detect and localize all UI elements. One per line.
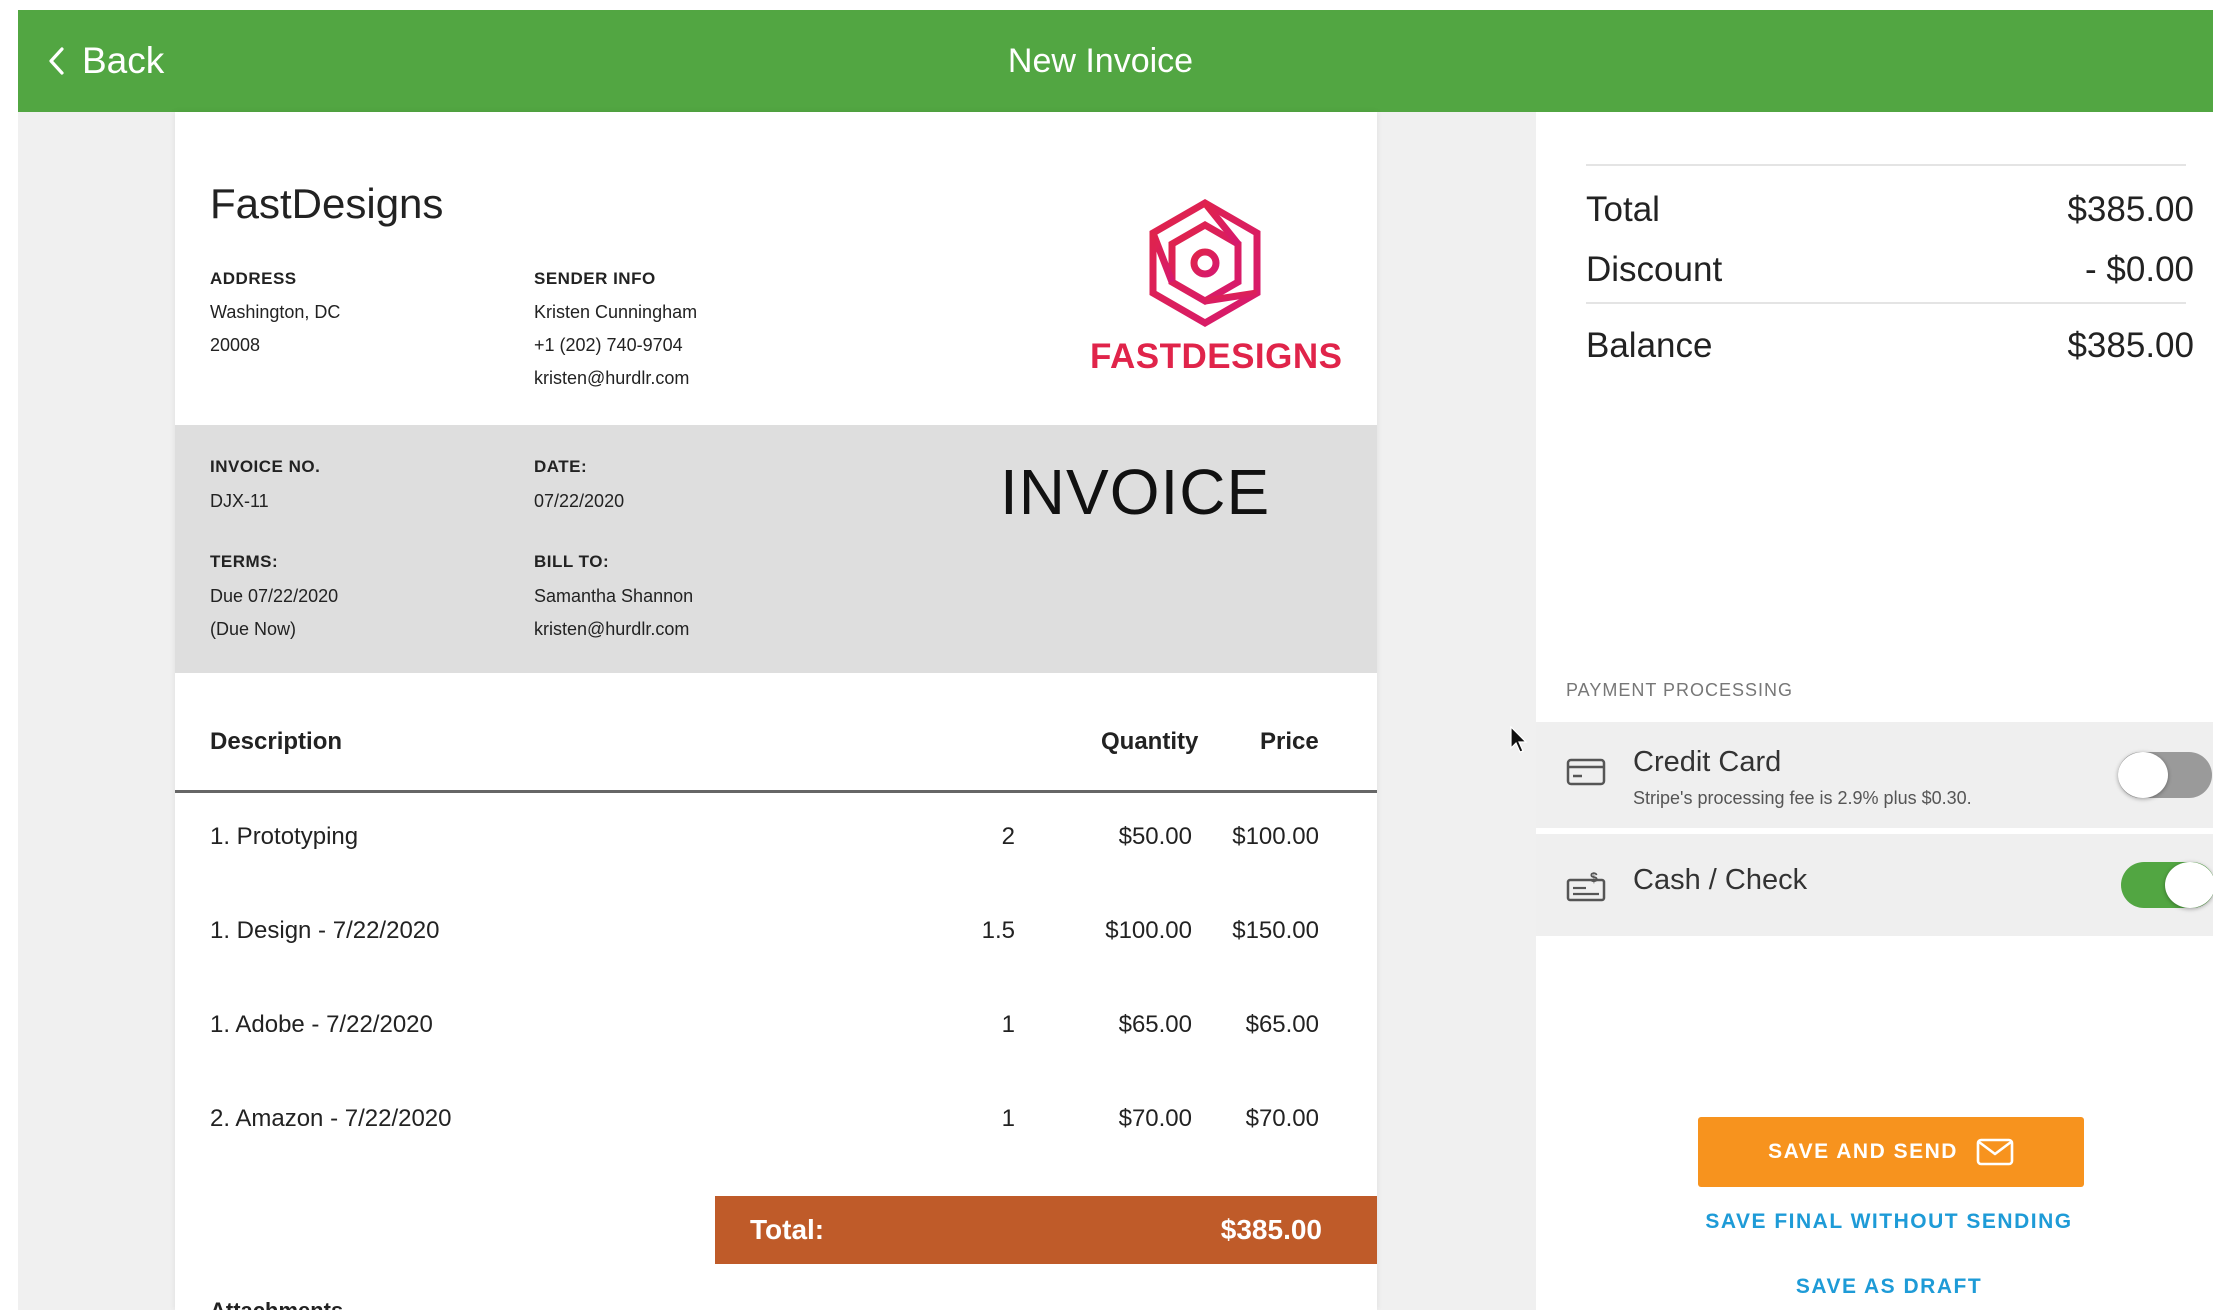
invoice-preview: FastDesigns ADDRESS Washington, DC 20008…	[175, 112, 1377, 1310]
price-column-header: Price	[1260, 728, 1319, 755]
terms-line1: Due 07/22/2020	[210, 586, 339, 606]
credit-card-fee-note: Stripe's processing fee is 2.9% plus $0.…	[1633, 788, 1972, 808]
item-price: $70.00	[1118, 1105, 1192, 1132]
balance-value: $385.00	[2067, 326, 2194, 365]
credit-card-option[interactable]: Credit Card Stripe's processing fee is 2…	[1536, 722, 2213, 828]
invoice-total-bar: Total: $385.00	[715, 1196, 1377, 1264]
address-line1: Washington, DC	[210, 302, 341, 322]
invoice-no-value: DJX-11	[210, 491, 269, 511]
bill-to-email: kristen@hurdlr.com	[534, 619, 690, 639]
quantity-column-header: Quantity	[1101, 728, 1199, 755]
item-description: 1. Prototyping	[210, 823, 359, 850]
item-amount: $150.00	[1232, 917, 1319, 944]
credit-card-toggle[interactable]	[2118, 752, 2212, 798]
summary-total-value: $385.00	[2067, 190, 2194, 229]
address-label: ADDRESS	[210, 269, 297, 288]
item-quantity: 1	[1001, 1011, 1015, 1038]
date-value: 07/22/2020	[534, 491, 625, 511]
toggle-knob	[2118, 752, 2168, 798]
line-item[interactable]: 1. Design - 7/22/2020 1.5 $100.00 $150.0…	[175, 917, 1377, 957]
page-title: New Invoice	[1007, 42, 1194, 80]
summary-divider	[1586, 302, 2186, 304]
save-and-send-label: SAVE AND SEND	[1768, 1140, 1958, 1163]
cash-check-toggle[interactable]	[2121, 862, 2213, 908]
sender-phone: +1 (202) 740-9704	[534, 335, 683, 355]
toggle-knob	[2165, 862, 2213, 908]
sender-email: kristen@hurdlr.com	[534, 368, 690, 388]
logo-text: FASTDESIGNS	[1090, 337, 1343, 376]
payment-processing-label: PAYMENT PROCESSING	[1566, 680, 1794, 700]
item-description: 2. Amazon - 7/22/2020	[210, 1105, 452, 1132]
top-bar: Back New Invoice	[18, 10, 2213, 112]
summary-divider	[1586, 164, 2186, 166]
credit-card-icon	[1566, 758, 1606, 786]
terms-label: TERMS:	[210, 552, 279, 571]
company-name: FastDesigns	[210, 180, 444, 227]
description-column-header: Description	[210, 728, 343, 755]
bill-to-name: Samantha Shannon	[534, 586, 694, 606]
item-amount: $100.00	[1232, 823, 1319, 850]
invoice-no-label: INVOICE NO.	[210, 457, 321, 476]
invoice-total-value: $385.00	[1220, 1214, 1322, 1245]
invoice-heading: INVOICE	[1000, 456, 1271, 528]
item-quantity: 1.5	[981, 917, 1015, 944]
save-final-without-sending-button[interactable]: SAVE FINAL WITHOUT SENDING	[1536, 1210, 2213, 1234]
credit-card-title: Credit Card	[1633, 746, 1782, 778]
line-item[interactable]: 1. Adobe - 7/22/2020 1 $65.00 $65.00	[175, 1011, 1377, 1051]
cash-check-title: Cash / Check	[1633, 864, 1808, 896]
table-header-divider	[175, 790, 1377, 793]
item-price: $50.00	[1118, 823, 1192, 850]
svg-text:$: $	[1590, 869, 1598, 885]
discount-label: Discount	[1586, 250, 1723, 289]
line-item[interactable]: 1. Prototyping 2 $50.00 $100.00	[175, 823, 1377, 863]
invoice-total-label: Total:	[750, 1214, 825, 1245]
item-quantity: 1	[1001, 1105, 1015, 1132]
terms-line2: (Due Now)	[210, 619, 297, 639]
discount-value[interactable]: - $0.00	[2085, 250, 2194, 290]
invoice-options-panel: Total $385.00 Discount - $0.00 Balance $…	[1536, 112, 2213, 1310]
item-description: 1. Adobe - 7/22/2020	[210, 1011, 433, 1038]
check-payment-icon: $	[1566, 869, 1606, 902]
address-line2: 20008	[210, 335, 261, 355]
balance-label: Balance	[1586, 326, 1713, 365]
cash-check-option[interactable]: $ Cash / Check	[1536, 834, 2213, 936]
summary-total-label: Total	[1586, 190, 1660, 229]
bill-to-label: BILL TO:	[534, 552, 610, 571]
item-price: $100.00	[1105, 917, 1192, 944]
sender-info-label: SENDER INFO	[534, 269, 656, 288]
line-item[interactable]: 2. Amazon - 7/22/2020 1 $70.00 $70.00	[175, 1105, 1377, 1145]
attachments-label: Attachments	[210, 1298, 343, 1310]
save-and-send-button[interactable]: SAVE AND SEND	[1698, 1117, 2084, 1187]
item-amount: $65.00	[1245, 1011, 1319, 1038]
mouse-cursor-icon	[1510, 726, 1528, 753]
save-as-draft-button[interactable]: SAVE AS DRAFT	[1536, 1275, 2213, 1299]
item-price: $65.00	[1118, 1011, 1192, 1038]
date-label: DATE:	[534, 457, 588, 476]
item-amount: $70.00	[1245, 1105, 1319, 1132]
sender-name: Kristen Cunningham	[534, 302, 698, 322]
item-quantity: 2	[1001, 823, 1015, 850]
hexagon-logo-icon	[1149, 198, 1261, 328]
company-logo: FASTDESIGNS	[1090, 197, 1343, 387]
item-description: 1. Design - 7/22/2020	[210, 917, 440, 944]
envelope-icon	[1976, 1138, 2014, 1166]
